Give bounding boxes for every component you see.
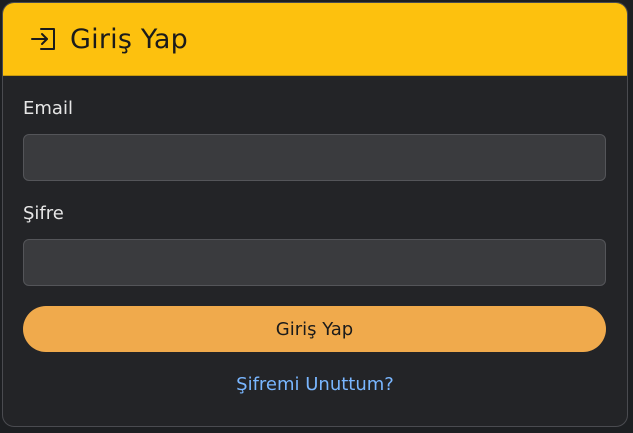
password-label: Şifre xyxy=(23,203,64,224)
card-body: Email Şifre Giriş Yap Şifremi Unuttum? xyxy=(3,76,627,395)
password-field[interactable] xyxy=(23,239,606,286)
page-title: Giriş Yap xyxy=(70,23,188,55)
email-label: Email xyxy=(23,98,73,119)
login-icon xyxy=(28,23,60,55)
login-card: Giriş Yap Email Şifre Giriş Yap Şifremi … xyxy=(2,2,628,427)
forgot-password-link[interactable]: Şifremi Unuttum? xyxy=(236,374,394,395)
card-header: Giriş Yap xyxy=(3,3,627,76)
forgot-password-container: Şifremi Unuttum? xyxy=(23,374,607,395)
email-field[interactable] xyxy=(23,134,606,181)
login-button[interactable]: Giriş Yap xyxy=(23,306,606,352)
